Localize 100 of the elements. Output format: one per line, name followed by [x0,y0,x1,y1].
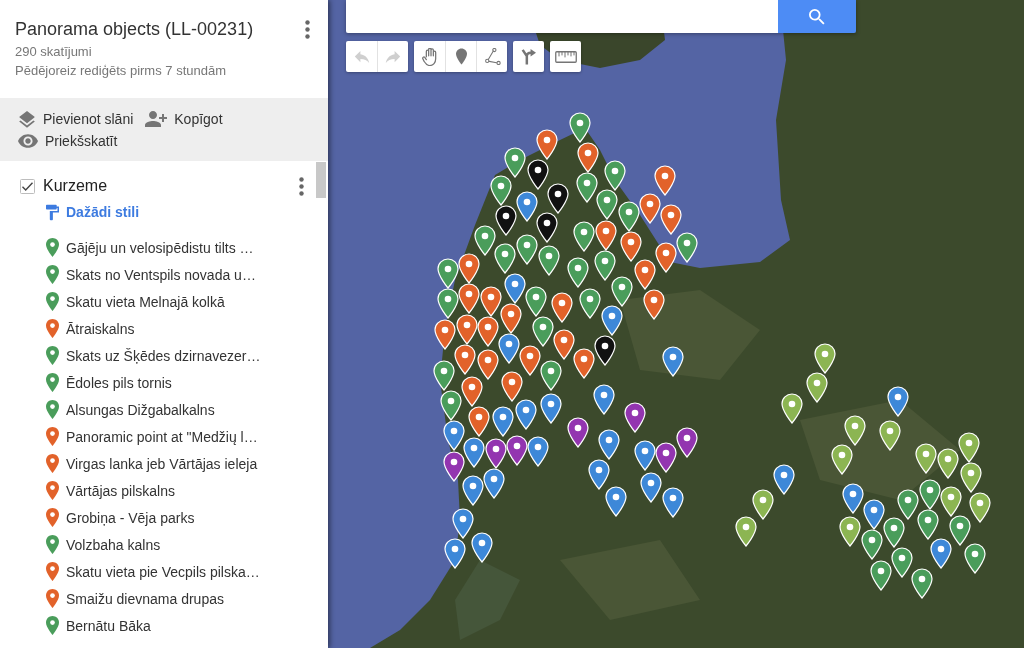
map-marker-icon[interactable] [577,142,599,173]
map-marker-icon[interactable] [596,189,618,220]
map-marker-icon[interactable] [516,191,538,222]
map-marker-icon[interactable] [588,459,610,490]
place-list-item[interactable]: Volzbaha kalns [0,531,328,558]
map-marker-icon[interactable] [540,393,562,424]
map-marker-icon[interactable] [461,376,483,407]
map-marker-icon[interactable] [937,448,959,479]
layer-checkbox[interactable] [20,178,35,194]
map-marker-icon[interactable] [660,204,682,235]
map-marker-icon[interactable] [639,193,661,224]
map-marker-icon[interactable] [504,147,526,178]
map-marker-icon[interactable] [532,316,554,347]
map-marker-icon[interactable] [620,231,642,262]
map-marker-icon[interactable] [969,492,991,523]
map-marker-icon[interactable] [662,346,684,377]
preview-button[interactable]: Priekšskatīt [18,130,118,152]
map-marker-icon[interactable] [655,442,677,473]
map-marker-icon[interactable] [527,436,549,467]
map-marker-icon[interactable] [861,529,883,560]
map-marker-icon[interactable] [964,543,986,574]
map-marker-icon[interactable] [495,205,517,236]
map-marker-icon[interactable] [477,316,499,347]
map-marker-icon[interactable] [949,515,971,546]
map-marker-icon[interactable] [579,288,601,319]
map-marker-icon[interactable] [494,243,516,274]
layer-name[interactable]: Kurzeme [43,177,295,195]
directions-button[interactable] [513,41,544,72]
map-marker-icon[interactable] [456,314,478,345]
map-marker-icon[interactable] [573,348,595,379]
map-marker-icon[interactable] [553,329,575,360]
map-marker-icon[interactable] [443,420,465,451]
map-marker-icon[interactable] [516,234,538,265]
map-marker-icon[interactable] [887,386,909,417]
map-marker-icon[interactable] [594,250,616,281]
map-marker-icon[interactable] [567,257,589,288]
map-marker-icon[interactable] [437,288,459,319]
place-list-item[interactable]: Gājēju un velosipēdistu tilts … [0,234,328,261]
map-marker-icon[interactable] [676,232,698,263]
place-list-item[interactable]: Grobiņa - Vēja parks [0,504,328,531]
map-marker-icon[interactable] [437,258,459,289]
map-marker-icon[interactable] [662,487,684,518]
map-marker-icon[interactable] [863,499,885,530]
map-marker-icon[interactable] [634,440,656,471]
map-marker-icon[interactable] [676,427,698,458]
map-marker-icon[interactable] [576,172,598,203]
map-marker-icon[interactable] [458,283,480,314]
pan-button[interactable] [414,41,445,72]
place-list-item[interactable]: Skatu vieta Melnajā kolkā [0,288,328,315]
place-list-item[interactable]: Vārtājas pilskalns [0,477,328,504]
map-marker-icon[interactable] [462,475,484,506]
map-marker-icon[interactable] [433,360,455,391]
map-marker-icon[interactable] [940,486,962,517]
add-marker-button[interactable] [445,41,476,72]
map-marker-icon[interactable] [752,489,774,520]
map-marker-icon[interactable] [842,483,864,514]
map-marker-icon[interactable] [515,399,537,430]
map-title[interactable]: Panorama objects (LL-00231) [15,16,254,42]
place-list-item[interactable]: Virgas lanka jeb Vārtājas ieleja [0,450,328,477]
style-link[interactable]: Dažādi stili [46,201,140,223]
map-marker-icon[interactable] [501,371,523,402]
map-marker-icon[interactable] [452,508,474,539]
map-marker-icon[interactable] [444,538,466,569]
map-marker-icon[interactable] [434,319,456,350]
map-marker-icon[interactable] [917,509,939,540]
map-marker-icon[interactable] [474,225,496,256]
map-marker-icon[interactable] [883,517,905,548]
map-marker-icon[interactable] [605,486,627,517]
map-marker-icon[interactable] [547,183,569,214]
map-marker-icon[interactable] [490,175,512,206]
map-marker-icon[interactable] [536,129,558,160]
draw-line-button[interactable] [476,41,507,72]
map-marker-icon[interactable] [594,335,616,366]
map-marker-icon[interactable] [891,547,913,578]
place-list-item[interactable]: Smaižu dievnama drupas [0,585,328,612]
map-marker-icon[interactable] [781,393,803,424]
map-marker-icon[interactable] [540,360,562,391]
map-marker-icon[interactable] [454,344,476,375]
map-marker-icon[interactable] [915,443,937,474]
place-list-item[interactable]: Bernātu Bāka [0,612,328,639]
map-marker-icon[interactable] [919,479,941,510]
map-marker-icon[interactable] [911,568,933,599]
map-marker-icon[interactable] [960,462,982,493]
map-marker-icon[interactable] [655,242,677,273]
map-marker-icon[interactable] [773,464,795,495]
map-marker-icon[interactable] [806,372,828,403]
map-marker-icon[interactable] [468,406,490,437]
map-marker-icon[interactable] [525,286,547,317]
map-marker-icon[interactable] [527,159,549,190]
search-field[interactable] [346,0,778,33]
map-marker-icon[interactable] [551,292,573,323]
place-list-item[interactable]: Panoramic point at "Medžių l… [0,423,328,450]
map-marker-icon[interactable] [458,253,480,284]
map-marker-icon[interactable] [814,343,836,374]
add-layer-button[interactable]: Pievienot slāni [18,108,134,130]
place-list-item[interactable]: Skatu vieta pie Vecpils pilska… [0,558,328,585]
share-button[interactable]: Kopīgot [145,108,223,130]
map-marker-icon[interactable] [643,289,665,320]
map-marker-icon[interactable] [654,165,676,196]
map-marker-icon[interactable] [492,406,514,437]
